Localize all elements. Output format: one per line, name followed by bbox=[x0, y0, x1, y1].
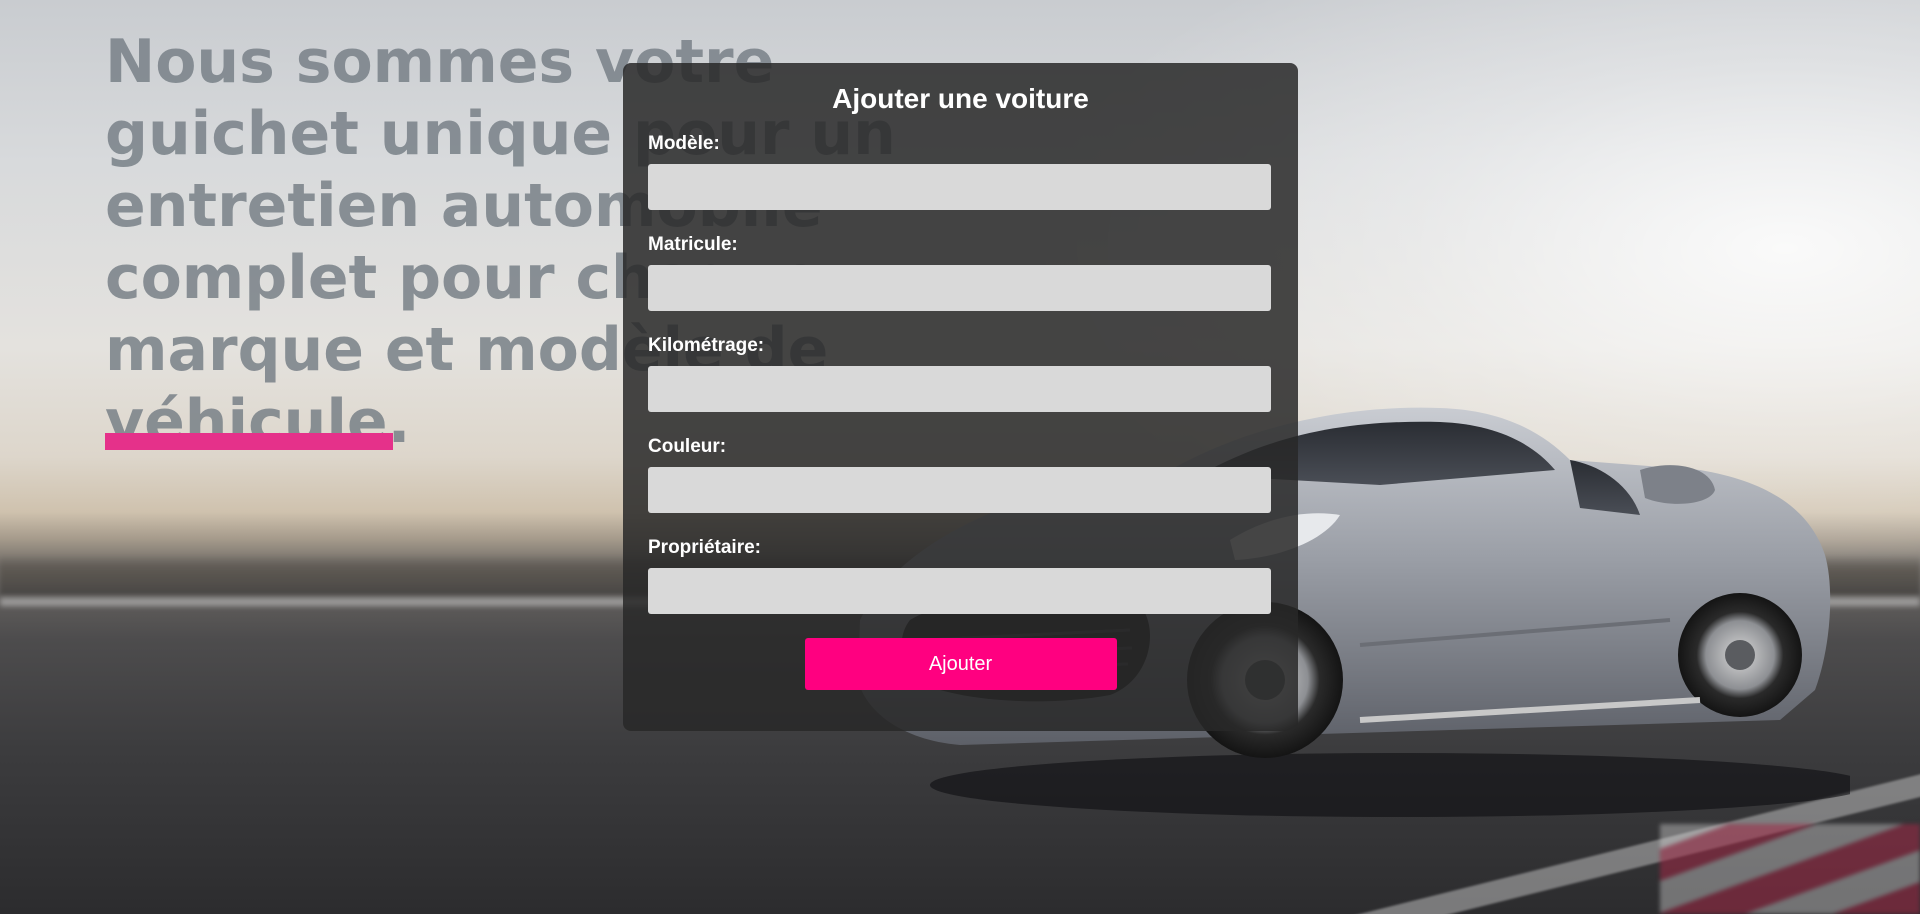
owner-label: Propriétaire: bbox=[648, 537, 761, 558]
owner-input[interactable] bbox=[648, 568, 1271, 614]
headline-accent-bar bbox=[105, 433, 393, 450]
add-car-form: Ajouter une voiture Modèle: Matricule: K… bbox=[623, 63, 1298, 731]
add-button[interactable]: Ajouter bbox=[804, 638, 1117, 690]
model-input[interactable] bbox=[648, 164, 1271, 210]
registration-label: Matricule: bbox=[648, 234, 738, 255]
model-label: Modèle: bbox=[648, 133, 720, 154]
mileage-input[interactable] bbox=[648, 366, 1271, 412]
color-label: Couleur: bbox=[648, 436, 727, 457]
form-title: Ajouter une voiture bbox=[832, 83, 1089, 114]
road-kerb bbox=[1660, 824, 1920, 914]
registration-input[interactable] bbox=[648, 265, 1271, 311]
mileage-label: Kilométrage: bbox=[648, 335, 765, 356]
color-input[interactable] bbox=[648, 467, 1271, 513]
